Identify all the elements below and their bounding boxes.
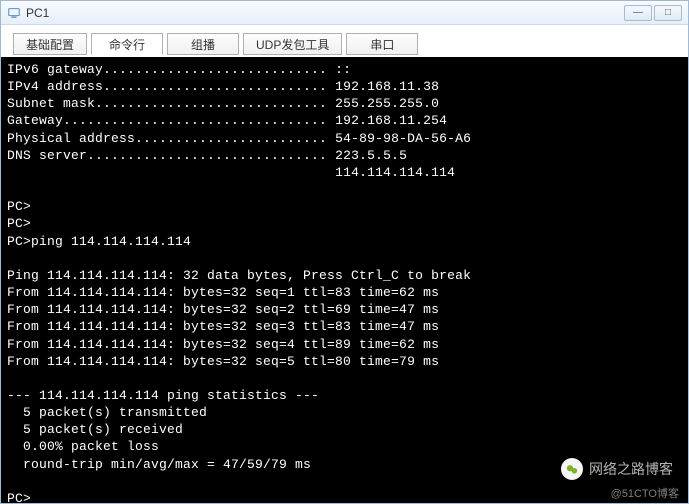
wechat-icon [561, 458, 583, 480]
maximize-button[interactable]: □ [654, 5, 682, 21]
ping-stats-header: --- 114.114.114.114 ping statistics --- [7, 388, 319, 403]
app-icon [7, 6, 21, 20]
netinfo-subnet-mask: Subnet mask.............................… [7, 96, 439, 111]
ping-stats-loss: 0.00% packet loss [7, 439, 159, 454]
ping-stats-tx: 5 packet(s) transmitted [7, 405, 207, 420]
tab-udp-tool[interactable]: UDP发包工具 [243, 33, 342, 55]
netinfo-dns-server: DNS server..............................… [7, 148, 407, 163]
window-title: PC1 [26, 6, 624, 20]
netinfo-physical-address: Physical address........................… [7, 131, 471, 146]
prompt: PC> [7, 491, 31, 503]
ping-reply: From 114.114.114.114: bytes=32 seq=5 ttl… [7, 354, 439, 369]
copyright-text: @51CTO博客 [611, 485, 679, 501]
ping-stats-rx: 5 packet(s) received [7, 422, 183, 437]
window-controls: — □ [624, 5, 682, 21]
watermark-text: 网络之路博客 [589, 459, 673, 479]
tab-multicast[interactable]: 组播 [167, 33, 239, 55]
app-window: PC1 — □ 基础配置 命令行 组播 UDP发包工具 串口 IPv6 gate… [0, 0, 689, 504]
prompt: PC> [7, 199, 31, 214]
minimize-button[interactable]: — [624, 5, 652, 21]
tab-command-line[interactable]: 命令行 [91, 33, 163, 55]
titlebar: PC1 — □ [1, 1, 688, 25]
tab-bar: 基础配置 命令行 组播 UDP发包工具 串口 [1, 25, 688, 57]
netinfo-ipv4-address: IPv4 address............................… [7, 79, 439, 94]
watermark: 网络之路博客 [561, 458, 673, 480]
ping-stats-rtt: round-trip min/avg/max = 47/59/79 ms [7, 457, 311, 472]
ping-header: Ping 114.114.114.114: 32 data bytes, Pre… [7, 268, 471, 283]
netinfo-ipv6-gateway: IPv6 gateway............................… [7, 62, 351, 77]
netinfo-dns-server-2: 114.114.114.114 [7, 165, 455, 180]
command-line: PC>ping 114.114.114.114 [7, 234, 191, 249]
netinfo-gateway: Gateway.................................… [7, 113, 447, 128]
ping-reply: From 114.114.114.114: bytes=32 seq=2 ttl… [7, 302, 439, 317]
tab-basic-config[interactable]: 基础配置 [13, 33, 87, 55]
ping-reply: From 114.114.114.114: bytes=32 seq=1 ttl… [7, 285, 439, 300]
terminal-output[interactable]: IPv6 gateway............................… [1, 57, 688, 503]
prompt: PC> [7, 216, 31, 231]
tab-serial[interactable]: 串口 [346, 33, 418, 55]
ping-reply: From 114.114.114.114: bytes=32 seq=3 ttl… [7, 319, 439, 334]
ping-reply: From 114.114.114.114: bytes=32 seq=4 ttl… [7, 337, 439, 352]
